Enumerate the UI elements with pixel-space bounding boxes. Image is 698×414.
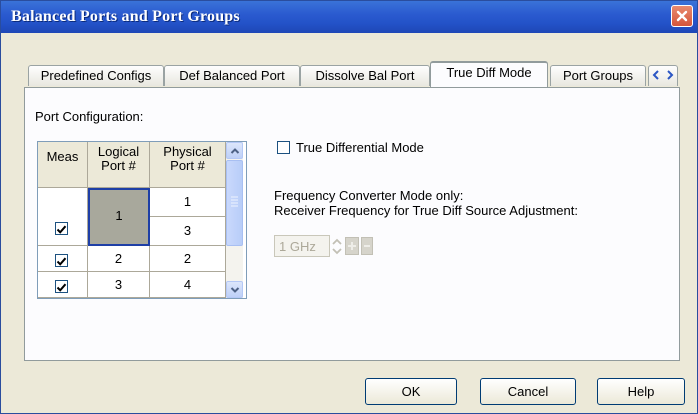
tab-scroll-arrows[interactable] (648, 65, 678, 86)
tab-label: Def Balanced Port (179, 68, 285, 83)
close-button[interactable] (671, 5, 693, 27)
logical-port-cell[interactable]: 3 (88, 272, 150, 298)
freq-converter-note: Frequency Converter Mode only: (274, 188, 464, 203)
tab-def-balanced-port[interactable]: Def Balanced Port (164, 65, 300, 86)
spinner-up-down-icon (332, 238, 342, 255)
true-differential-mode-checkbox[interactable] (277, 141, 290, 154)
chevron-down-icon (230, 286, 239, 293)
frequency-spinner[interactable] (331, 237, 343, 256)
table-row-meas-cell (38, 188, 88, 246)
window-title: Balanced Ports and Port Groups (11, 8, 240, 25)
logical-port-cell-selected[interactable]: 1 (88, 188, 150, 246)
column-header-meas: Meas (38, 142, 88, 188)
step-increase-button[interactable] (345, 237, 359, 255)
tab-label: Port Groups (562, 68, 634, 83)
column-header-logical: Logical Port # (88, 142, 150, 188)
tab-label: True Diff Mode (446, 65, 532, 80)
tab-scroll-right-icon[interactable] (665, 69, 675, 81)
table-row-meas-cell (38, 272, 88, 298)
frequency-value: 1 GHz (279, 239, 316, 254)
checkmark-icon (56, 283, 67, 292)
table-scrollbar[interactable] (226, 142, 243, 298)
meas-checkbox-port-3[interactable] (55, 280, 68, 293)
tab-label: Predefined Configs (40, 68, 152, 83)
logical-port-cell[interactable]: 2 (88, 246, 150, 272)
scroll-thumb[interactable] (226, 160, 243, 246)
plus-icon (348, 242, 356, 250)
tab-port-groups[interactable]: Port Groups (550, 65, 646, 86)
physical-port-cell[interactable]: 2 (150, 246, 226, 272)
tab-predefined-configs[interactable]: Predefined Configs (28, 65, 164, 86)
frequency-input[interactable]: 1 GHz (274, 235, 330, 257)
title-bar[interactable]: Balanced Ports and Port Groups (1, 1, 697, 33)
tab-scroll-left-icon[interactable] (651, 69, 661, 81)
physical-port-cell[interactable]: 3 (150, 217, 226, 246)
physical-port-cell[interactable]: 4 (150, 272, 226, 298)
port-config-table: Meas Logical Port # Physical Port # 1 1 … (37, 141, 247, 299)
meas-checkbox-port-1[interactable] (55, 222, 68, 235)
chevron-up-icon (230, 147, 239, 154)
help-button[interactable]: Help (597, 378, 685, 405)
true-differential-mode-label: True Differential Mode (296, 140, 424, 155)
close-icon (676, 10, 688, 22)
tab-label: Dissolve Bal Port (315, 68, 415, 83)
minus-icon (364, 245, 370, 247)
scroll-down-button[interactable] (226, 281, 243, 298)
column-header-physical: Physical Port # (150, 142, 226, 188)
tab-dissolve-bal-port[interactable]: Dissolve Bal Port (300, 65, 430, 86)
checkmark-icon (56, 257, 67, 266)
thumb-grip-icon (231, 196, 238, 207)
dialog-window: Balanced Ports and Port Groups Predefine… (0, 0, 698, 414)
scroll-up-button[interactable] (226, 142, 243, 159)
ok-button[interactable]: OK (365, 378, 457, 405)
meas-checkbox-port-2[interactable] (55, 254, 68, 267)
step-decrease-button[interactable] (361, 237, 373, 255)
cancel-button[interactable]: Cancel (480, 378, 576, 405)
receiver-frequency-label: Receiver Frequency for True Diff Source … (274, 203, 578, 218)
checkmark-icon (56, 225, 67, 234)
table-row-meas-cell (38, 246, 88, 272)
tab-true-diff-mode[interactable]: True Diff Mode (430, 61, 548, 87)
port-configuration-label: Port Configuration: (35, 109, 144, 124)
physical-port-cell[interactable]: 1 (150, 188, 226, 217)
